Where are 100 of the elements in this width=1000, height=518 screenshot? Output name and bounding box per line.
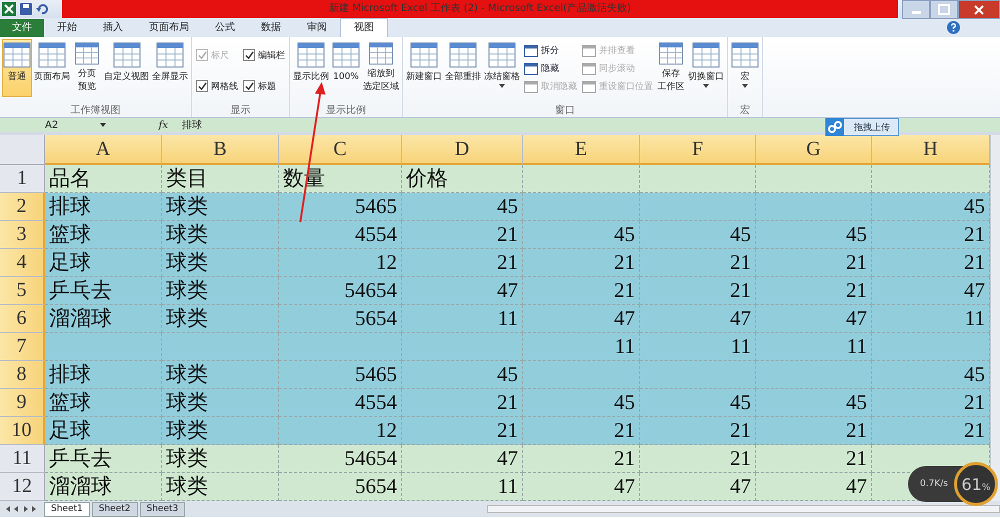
ribbon-tab[interactable]: 文件 [0,19,44,37]
table-cell: 47 [402,445,523,473]
table-cell: 球类 [162,277,279,305]
sheet-icon [3,42,31,68]
column-header[interactable]: F [640,135,756,165]
table-cell: 11 [523,333,640,361]
maximize-button[interactable] [930,0,958,19]
column-header[interactable]: D [402,135,523,165]
function-button[interactable]: fx [110,120,174,130]
checkbox[interactable]: 编辑栏 [243,47,285,63]
ribbon-button[interactable]: 冻结窗格 [483,39,521,97]
ribbon-tab[interactable]: 审阅 [294,19,340,37]
column-header[interactable]: H [872,135,990,165]
ribbon-tab[interactable]: 视图 [340,18,388,37]
ribbon-tab[interactable]: 公式 [202,19,248,37]
sheet-tab[interactable]: Sheet2 [92,502,138,516]
table-cell: 球类 [162,389,279,417]
column-header[interactable]: A [45,135,162,165]
row-header[interactable]: 1 [0,165,45,193]
column-header[interactable]: B [162,135,279,165]
table-cell: 球类 [162,193,279,221]
table-cell: 11 [402,305,523,333]
ribbon-button[interactable]: 缩放到 选定区域 [362,39,400,97]
ribbon-button[interactable]: 自定义视图 [103,39,150,97]
ribbon-button[interactable]: 全屏显示 [151,39,189,97]
checkbox[interactable]: 标题 [243,78,285,94]
table-cell: 篮球 [45,221,162,249]
help-icon[interactable] [947,21,960,34]
table-cell: 45 [872,361,990,389]
formula-field[interactable]: 排球 [174,118,202,132]
row-header[interactable]: 7 [0,333,45,361]
ribbon-button[interactable]: 页面布局 [33,39,71,97]
save-icon[interactable] [20,3,32,15]
ribbon-button[interactable]: 新建窗口 [405,39,443,97]
table-cell: 47 [523,473,640,501]
ribbon-button[interactable]: 隐藏 [522,61,579,76]
checkbox[interactable]: 网格线 [196,78,238,94]
table-cell: 45 [402,193,523,221]
sheet-icon [38,42,66,68]
ribbon-button[interactable]: 普通 [2,39,32,97]
table-cell: 球类 [162,473,279,501]
minimize-button[interactable] [902,0,930,19]
ribbon-button[interactable]: 宏 [730,39,760,97]
speed-reading: 0.7K/s [920,479,948,489]
column-header[interactable]: C [279,135,402,165]
row-header[interactable]: 3 [0,221,45,249]
table-cell: 4554 [279,221,402,249]
row-header[interactable]: 10 [0,417,45,445]
row-header[interactable]: 12 [0,473,45,501]
table-cell: 5465 [279,193,402,221]
row-header[interactable]: 4 [0,249,45,277]
sheet-tab[interactable]: Sheet1 [44,502,90,516]
upload-button[interactable]: 拖拽上传 [825,118,899,136]
row-header[interactable]: 6 [0,305,45,333]
ribbon-button[interactable]: 分页 预览 [72,39,102,97]
table-cell: 21 [872,389,990,417]
ribbon-button[interactable]: 全部重排 [444,39,482,97]
table-cell: 21 [402,249,523,277]
name-box[interactable]: A2 [0,120,110,130]
row-header[interactable]: 9 [0,389,45,417]
column-header[interactable]: G [756,135,872,165]
table-cell: 21 [756,277,872,305]
ribbon-button[interactable]: 拆分 [522,43,579,58]
ribbon-tab[interactable]: 插入 [90,19,136,37]
column-header[interactable]: E [523,135,640,165]
table-cell: 11 [756,333,872,361]
ribbon-button[interactable]: 切换窗口 [687,39,725,97]
table-cell: 排球 [45,193,162,221]
excel-logo-icon [2,2,16,16]
sheet-icon [112,42,140,68]
row-header[interactable]: 11 [0,445,45,473]
ribbon-tab[interactable]: 开始 [44,19,90,37]
ribbon-button[interactable]: 显示比例 [292,39,330,97]
group-label: 显示比例 [325,104,367,117]
group-label: 宏 [739,104,751,117]
row-header[interactable]: 2 [0,193,45,221]
table-cell: 价格 [402,165,523,193]
table-cell: 45 [872,193,990,221]
table-cell: 足球 [45,249,162,277]
table-cell: 21 [523,417,640,445]
row-header[interactable]: 5 [0,277,45,305]
table-cell: 乒乓去 [45,277,162,305]
undo-icon[interactable] [36,3,48,15]
ribbon-button[interactable]: 保存 工作区 [656,39,686,97]
sheet-icon [367,42,395,65]
sheet-tab[interactable]: Sheet3 [140,502,186,516]
check-icon [244,50,254,60]
ribbon-button[interactable]: 100% [331,39,361,97]
close-button[interactable] [958,0,1000,19]
pane-icon [524,62,538,74]
ribbon-tab[interactable]: 数据 [248,19,294,37]
table-cell: 21 [640,417,756,445]
vertical-scrollbar[interactable] [990,135,1000,501]
check-icon [198,82,206,90]
table-cell: 球类 [162,445,279,473]
ribbon-tab[interactable]: 页面布局 [136,19,202,37]
table-cell: 类目 [162,165,279,193]
group-label: 窗口 [554,104,576,117]
horizontal-scrollbar[interactable] [487,505,1000,513]
row-header[interactable]: 8 [0,361,45,389]
